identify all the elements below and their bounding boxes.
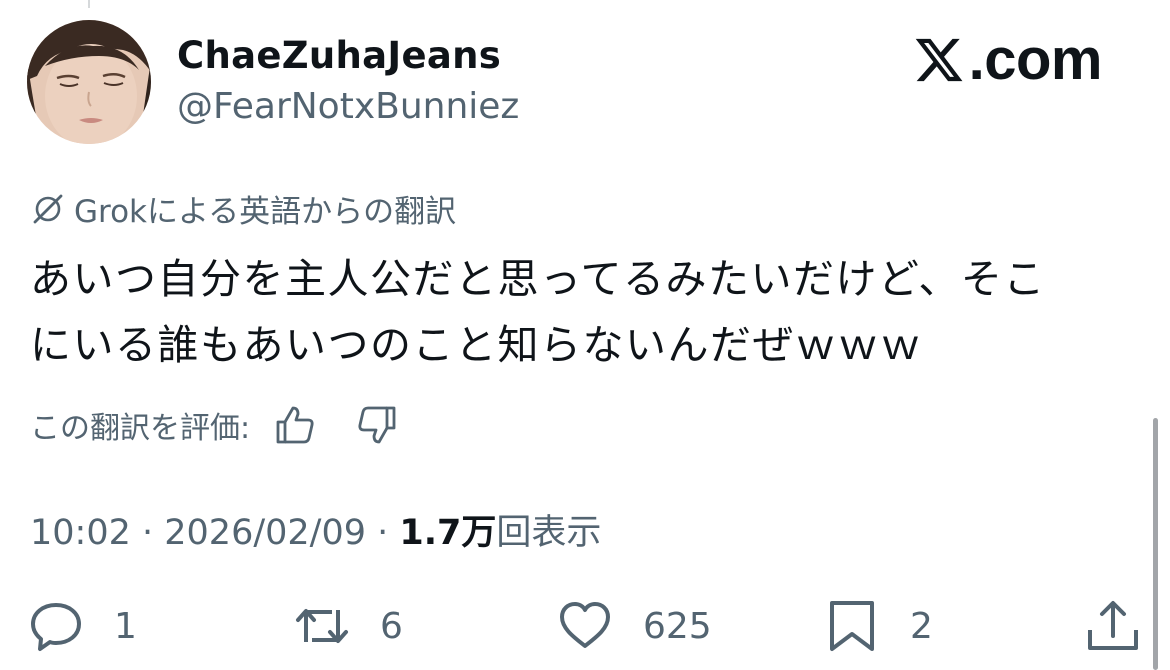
thumbs-up-button[interactable] (272, 402, 318, 448)
thumbs-down-button[interactable] (354, 402, 400, 448)
views-label: 回表示 (496, 513, 602, 553)
scrollbar[interactable] (1153, 418, 1158, 670)
reply-button[interactable]: 1 (28, 596, 137, 656)
user-handle[interactable]: @FearNotxBunniez (177, 86, 519, 127)
tweet-date[interactable]: 2026/02/09 (164, 513, 366, 553)
meta-separator: · (130, 513, 165, 553)
translation-rating: この翻訳を評価: (30, 400, 400, 450)
repost-icon (296, 609, 348, 643)
repost-button[interactable]: 6 (294, 596, 403, 656)
translation-note: Grokによる英語からの翻訳 (30, 186, 456, 231)
grok-icon (33, 194, 63, 223)
bookmark-button[interactable]: 2 (824, 596, 933, 656)
tweet-text-line: にいる誰もあいつのこと知らないんだぜｗｗｗ (30, 321, 923, 369)
views-count: 1.7万 (399, 513, 497, 553)
like-button[interactable]: 625 (557, 596, 712, 656)
bookmark-icon (830, 601, 874, 651)
site-brand: .com (913, 27, 1103, 92)
like-count: 625 (643, 605, 712, 647)
rate-translation-label: この翻訳を評価: (30, 411, 251, 446)
share-icon (1088, 601, 1138, 650)
x-logo-icon (915, 38, 963, 82)
repost-count: 6 (380, 605, 403, 647)
brand-domain-text: .com (968, 27, 1103, 92)
heart-icon (560, 602, 610, 648)
translation-note-text: Grokによる英語からの翻訳 (74, 194, 457, 230)
tweet-actions: 1 6 625 2 (0, 596, 1170, 656)
bookmark-count: 2 (910, 605, 933, 647)
display-name[interactable]: ChaeZuhaJeans (177, 34, 501, 77)
thumbs-up-icon (276, 406, 314, 444)
avatar[interactable] (27, 20, 151, 144)
tweet-meta: 10:02 · 2026/02/09 · 1.7万回表示 (30, 504, 601, 555)
reply-count: 1 (114, 605, 137, 647)
meta-separator: · (366, 513, 400, 553)
tweet-text-line: あいつ自分を主人公だと思ってるみたいだけど、そこ (30, 255, 1046, 303)
share-button[interactable] (1085, 596, 1141, 656)
reply-icon (31, 603, 81, 651)
tweet-time[interactable]: 10:02 (30, 513, 131, 553)
tweet-text: あいつ自分を主人公だと思ってるみたいだけど、そこ にいる誰もあいつのこと知らない… (30, 246, 1125, 378)
avatar-image (27, 20, 151, 144)
top-divider (88, 0, 90, 8)
thumbs-down-icon (358, 406, 396, 444)
